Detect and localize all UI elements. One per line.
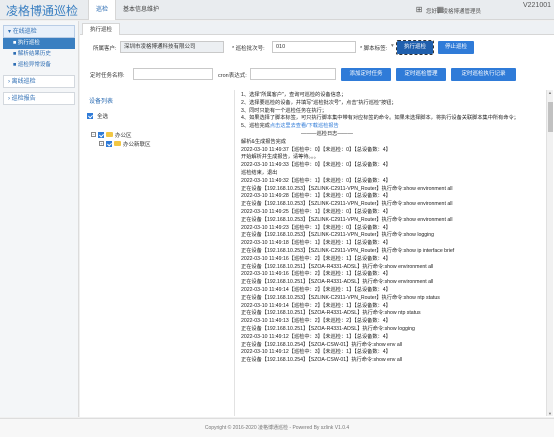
top-bar: 凌格博通巡检 巡检 基本信息维护 ⊞ ▦ 您好，凌格博通管理员 V221001 (0, 0, 554, 20)
log-line: 2022-03-10 11:49:16【巡检中：2】【未巡检：1】【总设备数：4… (241, 255, 391, 262)
cron-label: cron表达式: (218, 73, 247, 79)
log-line: 2022-03-10 11:49:33【巡检中：0】【未巡检：0】【总设备数：4… (241, 162, 391, 169)
brand-title: 凌格博通巡检 (6, 4, 79, 18)
execute-button[interactable]: 执行巡检 (396, 40, 434, 55)
checkbox-checked-icon[interactable] (98, 131, 104, 138)
sidebar-item-abnormal[interactable]: ■ 巡检异常设备 (3, 60, 75, 71)
user-greeting[interactable]: 您好，凌格博通管理员 (426, 7, 481, 15)
sidebar-head-label: 巡检报告 (11, 96, 36, 102)
log-lines: 解析&生成报告完成 2022-03-10 11:49:37【巡检中：0】【未巡检：… (241, 139, 543, 365)
customer-select[interactable]: 深圳市凌格博通科技有限公司 (120, 41, 224, 53)
instruction-line: 1、选择"所属客户"，查询可巡检的设备信息； (241, 92, 347, 98)
tab-bar: 执行巡检 (80, 21, 554, 35)
device-tree: − 办公区 + 办公新联区 (91, 130, 151, 148)
folder-icon (114, 141, 121, 146)
collapse-icon[interactable]: − (91, 132, 96, 137)
log-line: 2022-03-10 11:49:25【巡检中：1】【未巡检：0】【总设备数：4… (241, 208, 391, 215)
select-all-label: 全选 (97, 114, 109, 120)
customer-label: 所属客户: (93, 46, 117, 52)
report-link[interactable]: 点击这里去查看/下载巡检报告 (270, 123, 339, 129)
stop-button[interactable]: 停止巡检 (438, 41, 474, 54)
tree-node[interactable]: − 办公区 (91, 130, 151, 139)
sidebar-head-label: 在线巡检 (12, 29, 37, 35)
sidebar-item-label: 巡检异常设备 (17, 62, 51, 68)
sidebar-item-label: 解析结果历史 (17, 51, 51, 57)
top-nav: 巡检 基本信息维护 (88, 0, 166, 20)
folder-icon (106, 132, 113, 137)
sidebar-item-history[interactable]: ■ 解析结果历史 (3, 49, 75, 60)
instruction-prefix: 5、巡检完成 (241, 123, 270, 130)
device-list-title: 设备列表 (89, 99, 114, 105)
task-record-button[interactable]: 定时巡检执行记录 (451, 68, 516, 81)
log-line: 开始解析并生成报告，请等待。。。 (241, 154, 319, 161)
log-line: 2022-03-10 11:49:18【巡检中：1】【未巡检：1】【总设备数：4… (241, 240, 391, 247)
sidebar-head-online[interactable]: ▾ 在线巡检 (3, 25, 75, 38)
scroll-thumb[interactable] (548, 102, 553, 132)
log-line: 2022-03-10 11:49:12【巡检中：3】【未巡检：1】【总设备数：4… (241, 349, 391, 356)
script-tag-dropdown-icon[interactable]: ▾ (388, 41, 394, 53)
footer: Copyright © 2016-2020 凌格博通巡检 - Powered B… (0, 418, 554, 437)
log-line: 正在设备【192.168.10.253】【SZLINK-C2911-VPN_Ro… (241, 216, 453, 223)
sidebar-group-online: ▾ 在线巡检 ■ 执行巡检 ■ 解析结果历史 ■ 巡检异常设备 (3, 25, 75, 71)
log-line: 2022-03-10 11:49:12【巡检中：3】【未巡检：1】【总设备数：4… (241, 333, 391, 340)
log-line: 正在设备【192.168.10.251】【SZOA-R4331-ADSL】执行命… (241, 279, 434, 286)
sidebar-head-offline[interactable]: › 离线巡检 (3, 75, 75, 88)
add-task-button[interactable]: 添加定时任务 (341, 68, 391, 81)
version-label: V221001 (522, 2, 551, 9)
log-line: 正在设备【192.168.10.251】【SZOA-R4331-ADSL】执行命… (241, 325, 415, 332)
script-tag-label: * 脚本标签: (360, 46, 388, 52)
log-line: 2022-03-10 11:49:28【巡检中：1】【未巡检：0】【总设备数：4… (241, 193, 391, 200)
tree-node-label: 办公新联区 (123, 141, 151, 148)
task-name-label: 定时任务名称: (90, 73, 125, 79)
batch-label: * 巡检批次号: (232, 46, 265, 52)
tab-execute[interactable]: 执行巡检 (82, 23, 121, 35)
log-divider: ———巡检日志——— (301, 130, 353, 137)
cron-input[interactable] (250, 68, 336, 80)
nav-basic-info[interactable]: 基本信息维护 (116, 0, 166, 20)
inspection-log: 1、选择"所属客户"，查询可巡检的设备信息； 2、选择要巡检的设备，并填写"巡检… (237, 90, 547, 416)
log-line: 正在设备【192.168.10.253】【SZLINK-C2911-VPN_Ro… (241, 247, 455, 254)
log-line: 2022-03-10 11:49:32【巡检中：1】【未巡检：0】【总设备数：4… (241, 177, 391, 184)
log-line: 正在设备【192.168.10.253】【SZLINK-C2911-VPN_Ro… (241, 294, 440, 301)
tree-node-label: 办公区 (115, 132, 132, 139)
log-line: 2022-03-10 11:49:14【巡检中：2】【未巡检：1】【总设备数：4… (241, 286, 391, 293)
log-line: 正在设备【192.168.10.253】【SZLINK-C2911-VPN_Ro… (241, 201, 453, 208)
grid-icon[interactable]: ⊞ (416, 5, 423, 14)
sidebar-group-offline: › 离线巡检 (3, 75, 75, 88)
checkbox-checked-icon[interactable] (106, 140, 112, 147)
log-scrollbar[interactable]: ▲ ▼ (546, 90, 553, 416)
log-line: 正在设备【192.168.10.253】【SZLINK-C2911-VPN_Ro… (241, 232, 435, 239)
sidebar-head-label: 离线巡检 (11, 79, 36, 85)
log-line: 2022-03-10 11:49:13【巡检中：2】【未巡检：2】【总设备数：4… (241, 318, 391, 325)
sidebar-item-label: 执行巡检 (17, 40, 40, 46)
log-line: 2022-03-10 11:49:16【巡检中：2】【未巡检：1】【总设备数：4… (241, 271, 391, 278)
instruction-line: 2、选择要巡检的设备，并填写"巡检批次号"，点击"执行巡检"按钮； (241, 99, 397, 106)
scroll-up-icon[interactable]: ▲ (548, 90, 552, 95)
nav-inspection[interactable]: 巡检 (88, 0, 117, 20)
expand-icon[interactable]: + (99, 141, 104, 146)
device-panel: 设备列表 全选 − 办公区 + 办公新联区 (81, 90, 235, 416)
sidebar: ▾ 在线巡检 ■ 执行巡检 ■ 解析结果历史 ■ 巡检异常设备 › 离线巡检 ›… (0, 21, 79, 417)
log-line: 解析&生成报告完成 (241, 138, 286, 145)
batch-input[interactable]: 010 (272, 41, 356, 53)
checkbox-checked-icon (87, 113, 93, 119)
log-line: 正在设备【192.168.10.251】【SZOA-R4331-ADSL】执行命… (241, 310, 421, 317)
task-name-input[interactable] (133, 68, 213, 80)
manage-task-button[interactable]: 定时巡检管理 (396, 68, 446, 81)
log-line: 正在设备【192.168.10.254】【SZOA-CSW-01】执行命令:sh… (241, 357, 403, 364)
instruction-line: 5、巡检完成点击这里去查看/下载巡检报告 (241, 123, 543, 131)
sidebar-item-execute[interactable]: ■ 执行巡检 (3, 38, 75, 49)
sidebar-group-report: › 巡检报告 (3, 92, 75, 105)
log-line: 巡检结束，退出 (241, 169, 278, 176)
select-all-checkbox[interactable]: 全选 (87, 112, 108, 120)
tree-node[interactable]: + 办公新联区 (91, 139, 151, 148)
sidebar-head-report[interactable]: › 巡检报告 (3, 92, 75, 105)
scroll-down-icon[interactable]: ▼ (548, 411, 552, 416)
